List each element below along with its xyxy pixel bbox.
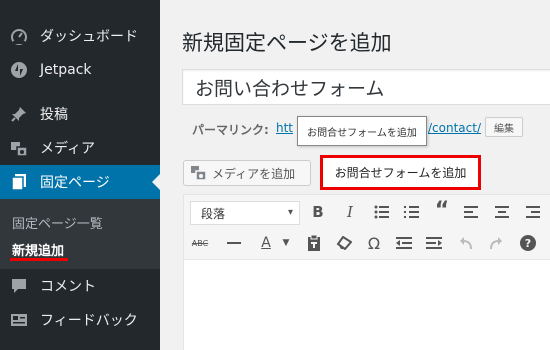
media-icon	[190, 165, 208, 181]
dashboard-icon	[9, 26, 29, 46]
align-right-icon[interactable]	[522, 202, 542, 222]
format-select-value: 段落	[201, 206, 226, 221]
add-contact-form-button[interactable]: お問合せフォームを追加	[320, 155, 481, 190]
bold-icon[interactable]: B	[308, 202, 328, 222]
format-select[interactable]: 段落 ▾	[190, 201, 300, 225]
numbered-list-icon[interactable]	[402, 202, 422, 222]
main-content: 新規固定ページを追加 お問い合わせフォーム パーマリンク: htt /conta…	[160, 0, 550, 350]
feedback-icon	[9, 310, 29, 330]
sidebar-item-label: コメント	[40, 279, 96, 295]
sidebar-item-jetpack[interactable]: Jetpack	[0, 53, 160, 87]
sidebar-item-posts[interactable]: 投稿	[0, 97, 160, 131]
highlight-underline	[10, 258, 68, 261]
submenu-item-all-pages[interactable]: 固定ページ一覧	[12, 213, 103, 232]
permalink-label: パーマリンク:	[192, 123, 269, 137]
sidebar-item-media[interactable]: メディア	[0, 131, 160, 165]
chevron-down-icon[interactable]: ▼	[276, 233, 296, 253]
title-input[interactable]: お問い合わせフォーム	[182, 69, 550, 105]
editor-content-area[interactable]	[183, 260, 550, 350]
comment-icon	[9, 276, 29, 296]
undo-icon[interactable]	[456, 233, 476, 253]
submenu-item-add-new[interactable]: 新規追加	[12, 240, 64, 259]
redo-icon[interactable]	[486, 233, 506, 253]
sidebar-item-label: ダッシュボード	[40, 29, 138, 45]
sidebar-item-comments[interactable]: コメント	[0, 269, 160, 303]
add-media-button[interactable]: メディアを追加	[183, 160, 311, 186]
help-icon[interactable]: ?	[518, 233, 538, 253]
tooltip: お問合せフォームを追加	[297, 116, 427, 146]
sidebar-item-pages[interactable]: 固定ページ	[0, 165, 160, 199]
paste-as-text-icon[interactable]	[304, 233, 324, 253]
sidebar-item-feedback[interactable]: フィードバック	[0, 303, 160, 337]
editor-toolbar: 段落 ▾ B I “ ABC A ▼ Ω ?	[183, 194, 550, 260]
admin-sidebar: ダッシュボード Jetpack 投稿 メディア 固定ページ 固定ページ一覧 新規…	[0, 0, 160, 350]
text-color-icon[interactable]: A	[256, 233, 276, 253]
current-indicator-arrow	[152, 174, 160, 190]
edit-permalink-button[interactable]: 編集	[485, 117, 523, 137]
sidebar-item-label: Jetpack	[40, 62, 92, 78]
pin-icon	[9, 104, 29, 124]
sidebar-item-dashboard[interactable]: ダッシュボード	[0, 19, 160, 53]
align-center-icon[interactable]	[492, 202, 512, 222]
pages-icon	[9, 172, 29, 192]
horizontal-rule-icon[interactable]	[224, 233, 244, 253]
blockquote-icon[interactable]: “	[432, 198, 452, 223]
chevron-down-icon: ▾	[287, 207, 293, 218]
permalink-link[interactable]: htt	[276, 121, 293, 135]
special-character-icon[interactable]: Ω	[364, 233, 384, 253]
bullet-list-icon[interactable]	[372, 202, 392, 222]
sidebar-item-label: メディア	[40, 141, 96, 157]
sidebar-item-label: 投稿	[40, 107, 68, 123]
outdent-icon[interactable]	[394, 233, 414, 253]
add-media-label: メディアを追加	[212, 166, 296, 181]
page-title: 新規固定ページを追加	[182, 31, 392, 55]
sidebar-item-label: 固定ページ	[40, 175, 110, 191]
italic-icon[interactable]: I	[340, 202, 360, 222]
align-left-icon[interactable]	[462, 202, 482, 222]
svg-text:?: ?	[525, 237, 531, 250]
strikethrough-icon[interactable]: ABC	[190, 233, 210, 253]
permalink-link-slug[interactable]: /contact/	[428, 121, 481, 135]
indent-icon[interactable]	[424, 233, 444, 253]
jetpack-icon	[9, 60, 29, 80]
sidebar-item-label: フィードバック	[40, 313, 138, 329]
media-icon	[9, 138, 29, 158]
clear-formatting-icon[interactable]	[334, 233, 354, 253]
